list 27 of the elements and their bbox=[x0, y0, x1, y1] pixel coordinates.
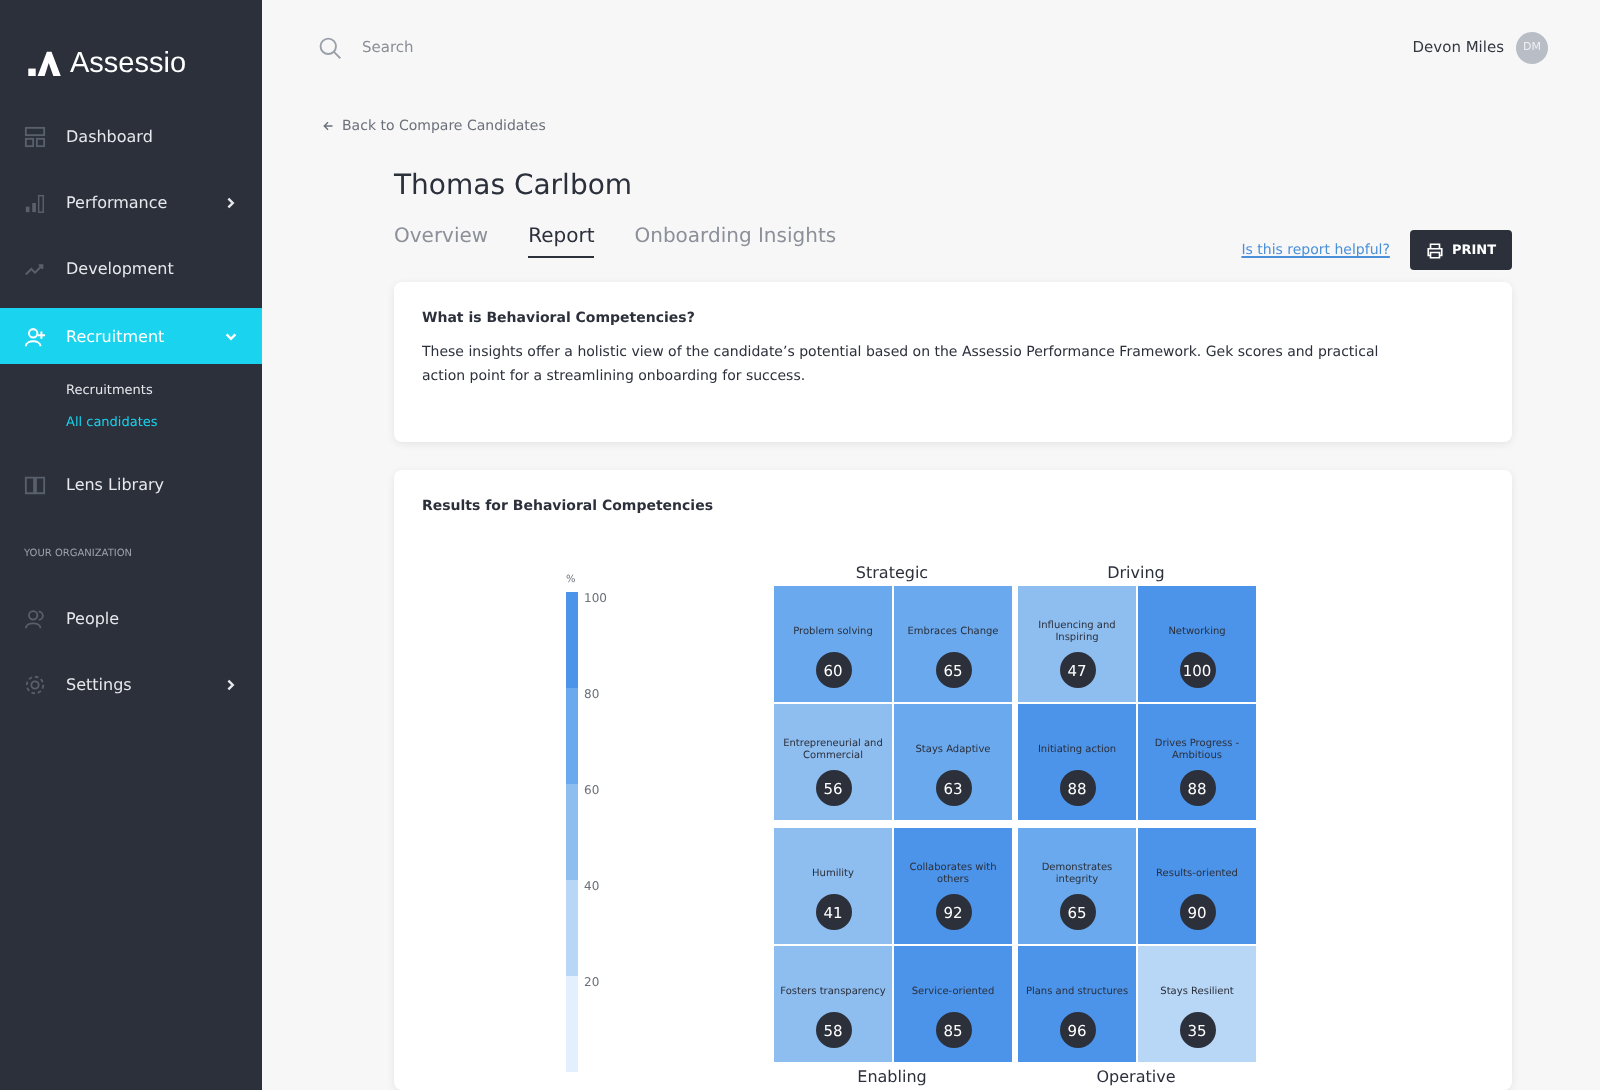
trend-icon bbox=[24, 258, 46, 280]
quadrant-title: Driving bbox=[1105, 564, 1167, 586]
printer-icon bbox=[1425, 241, 1444, 259]
nav-item[interactable]: People bbox=[0, 592, 262, 646]
brand-name: Assessio bbox=[70, 47, 187, 79]
book-icon bbox=[24, 474, 46, 496]
quadrant-title: Strategic bbox=[853, 564, 931, 586]
people-icon bbox=[24, 608, 46, 630]
nav-item[interactable]: Development bbox=[0, 242, 262, 296]
settings-icon bbox=[24, 674, 46, 696]
tab[interactable]: Report bbox=[528, 226, 595, 258]
search-icon bbox=[318, 35, 342, 60]
logo-icon bbox=[28, 50, 62, 76]
nav-item[interactable]: Settings bbox=[0, 658, 262, 712]
chevron-icon bbox=[224, 196, 238, 210]
candidate-name: Thomas Carlbom bbox=[394, 170, 635, 202]
chevron-icon bbox=[224, 329, 238, 343]
quadrant-title: Operative bbox=[1094, 1068, 1178, 1090]
bar-chart-icon bbox=[24, 192, 46, 214]
quadrant-title: Enabling bbox=[855, 1068, 929, 1090]
chevron-icon bbox=[224, 678, 238, 692]
nav-item[interactable]: Performance bbox=[0, 176, 262, 230]
add-person-icon bbox=[24, 325, 46, 347]
dashboard-icon bbox=[24, 126, 46, 148]
nav-item[interactable]: Lens Library bbox=[0, 458, 262, 512]
arrow-left-icon bbox=[322, 120, 334, 133]
nav-item[interactable]: Dashboard bbox=[0, 110, 262, 164]
